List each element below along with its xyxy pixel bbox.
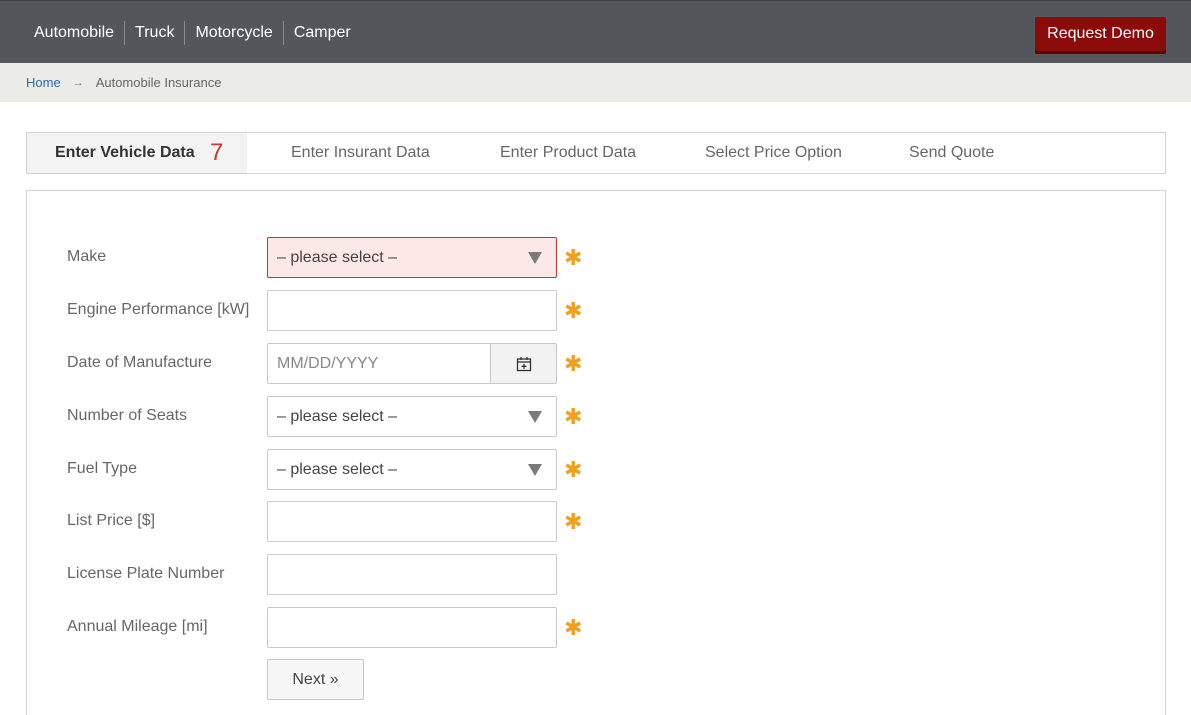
step-label: Enter Vehicle Data — [55, 144, 195, 161]
step-missing-count: 7 — [210, 139, 224, 166]
fuel-type-value: – please select – — [277, 460, 398, 478]
required-asterisk-icon: ✱ — [564, 245, 583, 270]
fuel-type-label: Fuel Type — [67, 460, 137, 477]
top-nav: Automobile Truck Motorcycle Camper — [24, 21, 361, 45]
make-select[interactable]: – please select – — [267, 237, 557, 278]
nav-automobile[interactable]: Automobile — [24, 21, 126, 45]
required-asterisk-icon: ✱ — [564, 509, 583, 534]
required-asterisk-icon: ✱ — [564, 457, 583, 482]
breadcrumb-arrow-icon: → — [72, 76, 84, 89]
make-label: Make — [67, 248, 107, 265]
breadcrumb-home-link[interactable]: Home — [26, 75, 61, 90]
required-asterisk-icon: ✱ — [564, 615, 583, 640]
step-enter-insurant-data[interactable]: Enter Insurant Data — [291, 133, 430, 173]
engine-performance-label: Engine Performance [kW] — [67, 301, 250, 318]
license-plate-input[interactable] — [267, 554, 557, 595]
chevron-down-icon — [528, 464, 542, 476]
breadcrumb: Home → Automobile Insurance — [26, 75, 221, 90]
step-enter-product-data[interactable]: Enter Product Data — [500, 133, 636, 173]
breadcrumb-current: Automobile Insurance — [95, 75, 222, 90]
number-of-seats-value: – please select – — [277, 407, 398, 425]
make-select-value: – please select – — [277, 248, 398, 266]
annual-mileage-label: Annual Mileage [mi] — [67, 618, 208, 635]
fuel-type-select[interactable]: – please select – — [267, 449, 557, 490]
breadcrumb-bar: Home → Automobile Insurance — [0, 63, 1191, 102]
calendar-button[interactable] — [490, 343, 557, 384]
list-price-label: List Price [$] — [67, 512, 156, 529]
form-panel — [26, 190, 1166, 715]
step-select-price-option[interactable]: Select Price Option — [705, 133, 842, 173]
date-of-manufacture-label: Date of Manufacture — [67, 354, 212, 371]
number-of-seats-select[interactable]: – please select – — [267, 396, 557, 437]
annual-mileage-input[interactable] — [267, 607, 557, 648]
engine-performance-input[interactable] — [267, 290, 557, 331]
step-enter-vehicle-data[interactable]: Enter Vehicle Data 7 — [27, 133, 247, 173]
calendar-icon — [516, 356, 531, 371]
nav-truck[interactable]: Truck — [125, 21, 186, 45]
date-of-manufacture-input[interactable] — [267, 343, 491, 384]
required-asterisk-icon: ✱ — [564, 351, 583, 376]
required-asterisk-icon: ✱ — [564, 298, 583, 323]
chevron-down-icon — [528, 252, 542, 264]
list-price-input[interactable] — [267, 501, 557, 542]
next-button[interactable]: Next » — [267, 659, 364, 700]
nav-motorcycle[interactable]: Motorcycle — [185, 21, 284, 45]
wizard-steps: Enter Vehicle Data 7 Enter Insurant Data… — [26, 132, 1166, 174]
top-bar: Automobile Truck Motorcycle Camper Reque… — [0, 0, 1191, 63]
number-of-seats-label: Number of Seats — [67, 407, 188, 424]
nav-camper[interactable]: Camper — [284, 21, 361, 45]
required-asterisk-icon: ✱ — [564, 404, 583, 429]
chevron-down-icon — [528, 411, 542, 423]
step-send-quote[interactable]: Send Quote — [909, 133, 994, 173]
request-demo-button[interactable]: Request Demo — [1035, 17, 1166, 51]
license-plate-label: License Plate Number — [67, 565, 225, 582]
